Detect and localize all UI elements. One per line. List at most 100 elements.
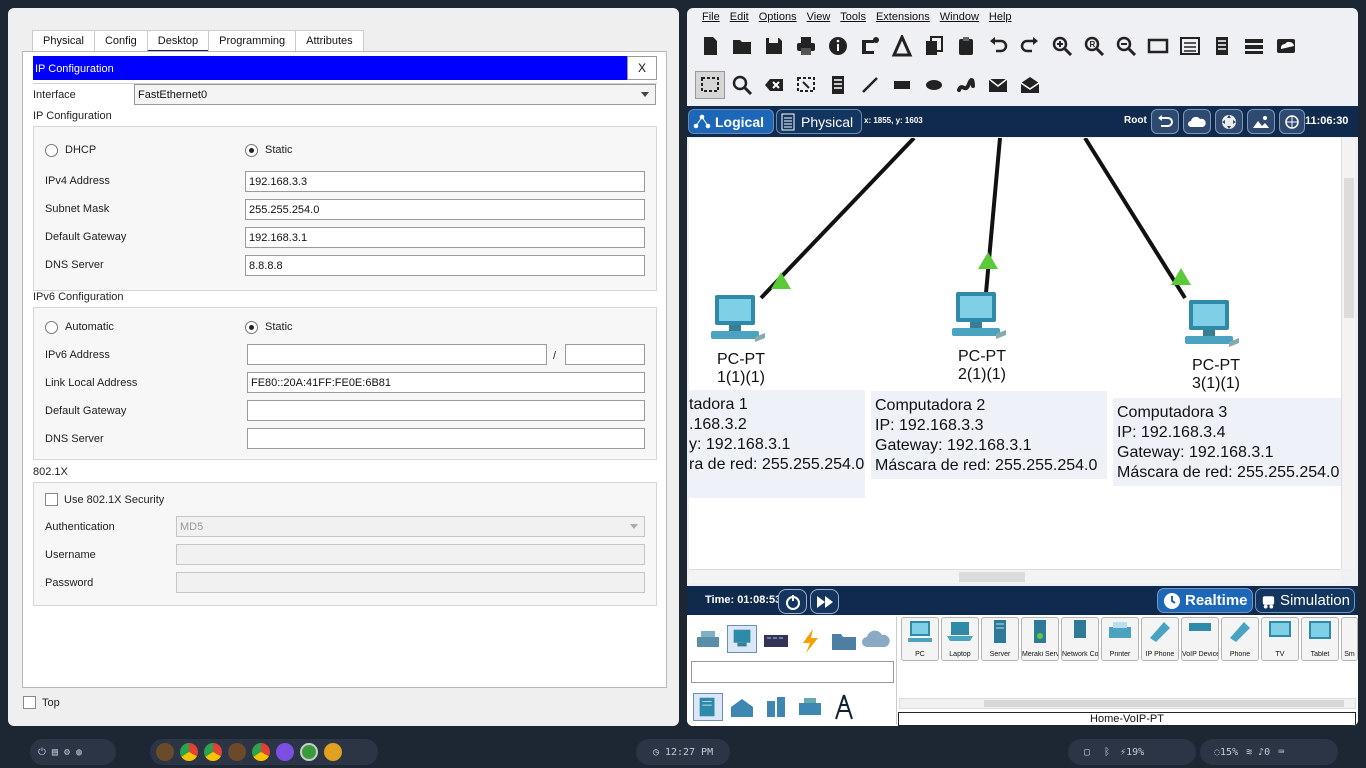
- palette-icon[interactable]: ◍: [76, 747, 82, 758]
- password-input[interactable]: [176, 572, 645, 593]
- menu-tools[interactable]: Tools: [835, 8, 871, 28]
- note-computadora-3[interactable]: Computadora 3 IP: 192.168.3.4 Gateway: 1…: [1113, 398, 1341, 486]
- place-note-icon[interactable]: [823, 71, 853, 99]
- menu-options[interactable]: Options: [754, 8, 802, 28]
- power-icon[interactable]: ⏻: [38, 747, 46, 758]
- settings-icon[interactable]: ⚙: [64, 747, 70, 758]
- drawing-palette-icon[interactable]: [1143, 32, 1173, 60]
- quick-settings[interactable]: ◌ 15% ≋ ♪ 0 ⌨: [1200, 739, 1338, 765]
- tab-physical[interactable]: Physical: [32, 30, 95, 52]
- link-local-address-input[interactable]: FE80::20A:41FF:FE0E:6B81: [247, 372, 645, 393]
- zoom-in-icon[interactable]: [1047, 32, 1077, 60]
- realtime-button[interactable]: Realtime: [1157, 588, 1253, 613]
- miscellaneous-icon[interactable]: [829, 627, 859, 655]
- pdu-list-icon[interactable]: [1239, 32, 1269, 60]
- screen-icon[interactable]: ▢: [1084, 747, 1090, 758]
- use-8021x-checkbox[interactable]: [45, 493, 58, 506]
- vscroll-thumb[interactable]: [1344, 178, 1354, 318]
- paste-icon[interactable]: [951, 32, 981, 60]
- clock-widget[interactable]: ◷ 12:27 PM: [636, 739, 730, 765]
- ipv6-static-radio[interactable]: [245, 321, 258, 334]
- power-grid-icon[interactable]: [795, 693, 825, 721]
- viewport-icon[interactable]: [1279, 109, 1305, 134]
- new-icon[interactable]: [695, 32, 725, 60]
- move-object-icon[interactable]: [1215, 109, 1243, 134]
- device-server[interactable]: Server: [981, 617, 1019, 661]
- undo-icon[interactable]: [983, 32, 1013, 60]
- chrome-icon[interactable]: [252, 743, 270, 761]
- zoom-out-icon[interactable]: [1111, 32, 1141, 60]
- device-pc[interactable]: PC: [901, 617, 939, 661]
- home-devices-icon[interactable]: [693, 693, 723, 721]
- authentication-select[interactable]: MD5: [176, 516, 645, 537]
- device-network-controller[interactable]: Network Controller: [1061, 617, 1099, 661]
- resize-icon[interactable]: [791, 71, 821, 99]
- device-laptop[interactable]: Laptop: [941, 617, 979, 661]
- menu-window[interactable]: Window: [935, 8, 984, 28]
- back-icon[interactable]: [1151, 109, 1179, 134]
- tab-desktop[interactable]: Desktop: [146, 30, 210, 52]
- device-ip-phone[interactable]: IP Phone: [1141, 617, 1179, 661]
- files-icon[interactable]: ▤: [52, 747, 58, 758]
- delete-icon[interactable]: [759, 71, 789, 99]
- subnet-mask-input[interactable]: 255.255.254.0: [245, 199, 645, 220]
- draw-freeform-icon[interactable]: [951, 71, 981, 99]
- static-radio[interactable]: [245, 144, 258, 157]
- info-icon[interactable]: [823, 32, 853, 60]
- menu-file[interactable]: File: [697, 8, 725, 28]
- device-scroll-thumb[interactable]: [984, 700, 1344, 707]
- app-yellow-icon[interactable]: [324, 743, 342, 761]
- network-wizard-icon[interactable]: [855, 32, 885, 60]
- device-tablet[interactable]: Tablet: [1301, 617, 1339, 661]
- ipv6-automatic-radio[interactable]: [45, 321, 58, 334]
- username-input[interactable]: [176, 544, 645, 565]
- menu-extensions[interactable]: Extensions: [871, 8, 935, 28]
- logical-workspace[interactable]: PC-PT 1(1)(1) PC-PT 2(1)(1) PC-PT 3(1)(1…: [689, 138, 1341, 569]
- dns-server-input[interactable]: 8.8.8.8: [245, 255, 645, 276]
- device-tv[interactable]: TV: [1261, 617, 1299, 661]
- ipv6-dns-input[interactable]: [247, 428, 645, 449]
- end-devices-icon[interactable]: [727, 625, 757, 653]
- draw-line-icon[interactable]: [855, 71, 885, 99]
- copy-icon[interactable]: [919, 32, 949, 60]
- device-printer[interactable]: Printer: [1101, 617, 1139, 661]
- industrial-icon[interactable]: [761, 693, 791, 721]
- ipv4-address-input[interactable]: 192.168.3.3: [245, 171, 645, 192]
- dhcp-radio[interactable]: [45, 144, 58, 157]
- add-complex-pdu-icon[interactable]: [1015, 71, 1045, 99]
- top-checkbox[interactable]: [23, 696, 36, 709]
- hscroll-thumb[interactable]: [959, 572, 1025, 582]
- inspect-icon[interactable]: [727, 71, 757, 99]
- note-computadora-1[interactable]: tadora 1 .168.3.2 y: 192.168.3.1 ra de r…: [689, 390, 865, 498]
- network-devices-icon[interactable]: [693, 627, 723, 655]
- add-simple-pdu-icon[interactable]: [983, 71, 1013, 99]
- activity-wizard-icon[interactable]: [887, 32, 917, 60]
- device-smartphone[interactable]: Sm: [1341, 617, 1358, 661]
- connections-icon[interactable]: [795, 627, 825, 655]
- tower-icon[interactable]: [829, 693, 859, 721]
- ipv6-gateway-input[interactable]: [247, 400, 645, 421]
- interface-select[interactable]: FastEthernet0: [134, 84, 656, 105]
- device-voip-device[interactable]: VoIP Device: [1181, 617, 1219, 661]
- default-gateway-input[interactable]: 192.168.3.1: [245, 227, 645, 248]
- select-icon[interactable]: [695, 71, 725, 99]
- workspace-vertical-scrollbar[interactable]: [1341, 138, 1355, 569]
- close-button[interactable]: X: [627, 56, 657, 80]
- smart-city-icon[interactable]: [727, 693, 757, 721]
- logical-view-button[interactable]: Logical: [688, 109, 774, 134]
- zoom-reset-icon[interactable]: R: [1079, 32, 1109, 60]
- app-gimp-icon[interactable]: [228, 743, 246, 761]
- components-icon[interactable]: [761, 627, 791, 655]
- draw-rectangle-icon[interactable]: [887, 71, 917, 99]
- power-cycle-icon[interactable]: [778, 589, 807, 614]
- print-icon[interactable]: [791, 32, 821, 60]
- tab-programming[interactable]: Programming: [208, 30, 297, 52]
- ipv6-address-input[interactable]: [247, 344, 547, 365]
- custom-devices-icon[interactable]: [1175, 32, 1205, 60]
- pc-icon[interactable]: [1183, 298, 1243, 354]
- chrome-icon[interactable]: [180, 743, 198, 761]
- tab-config[interactable]: Config: [93, 30, 148, 52]
- device-meraki-server[interactable]: Meraki Server: [1021, 617, 1059, 661]
- menu-view[interactable]: View: [802, 8, 836, 28]
- app-gimp-icon[interactable]: [156, 743, 174, 761]
